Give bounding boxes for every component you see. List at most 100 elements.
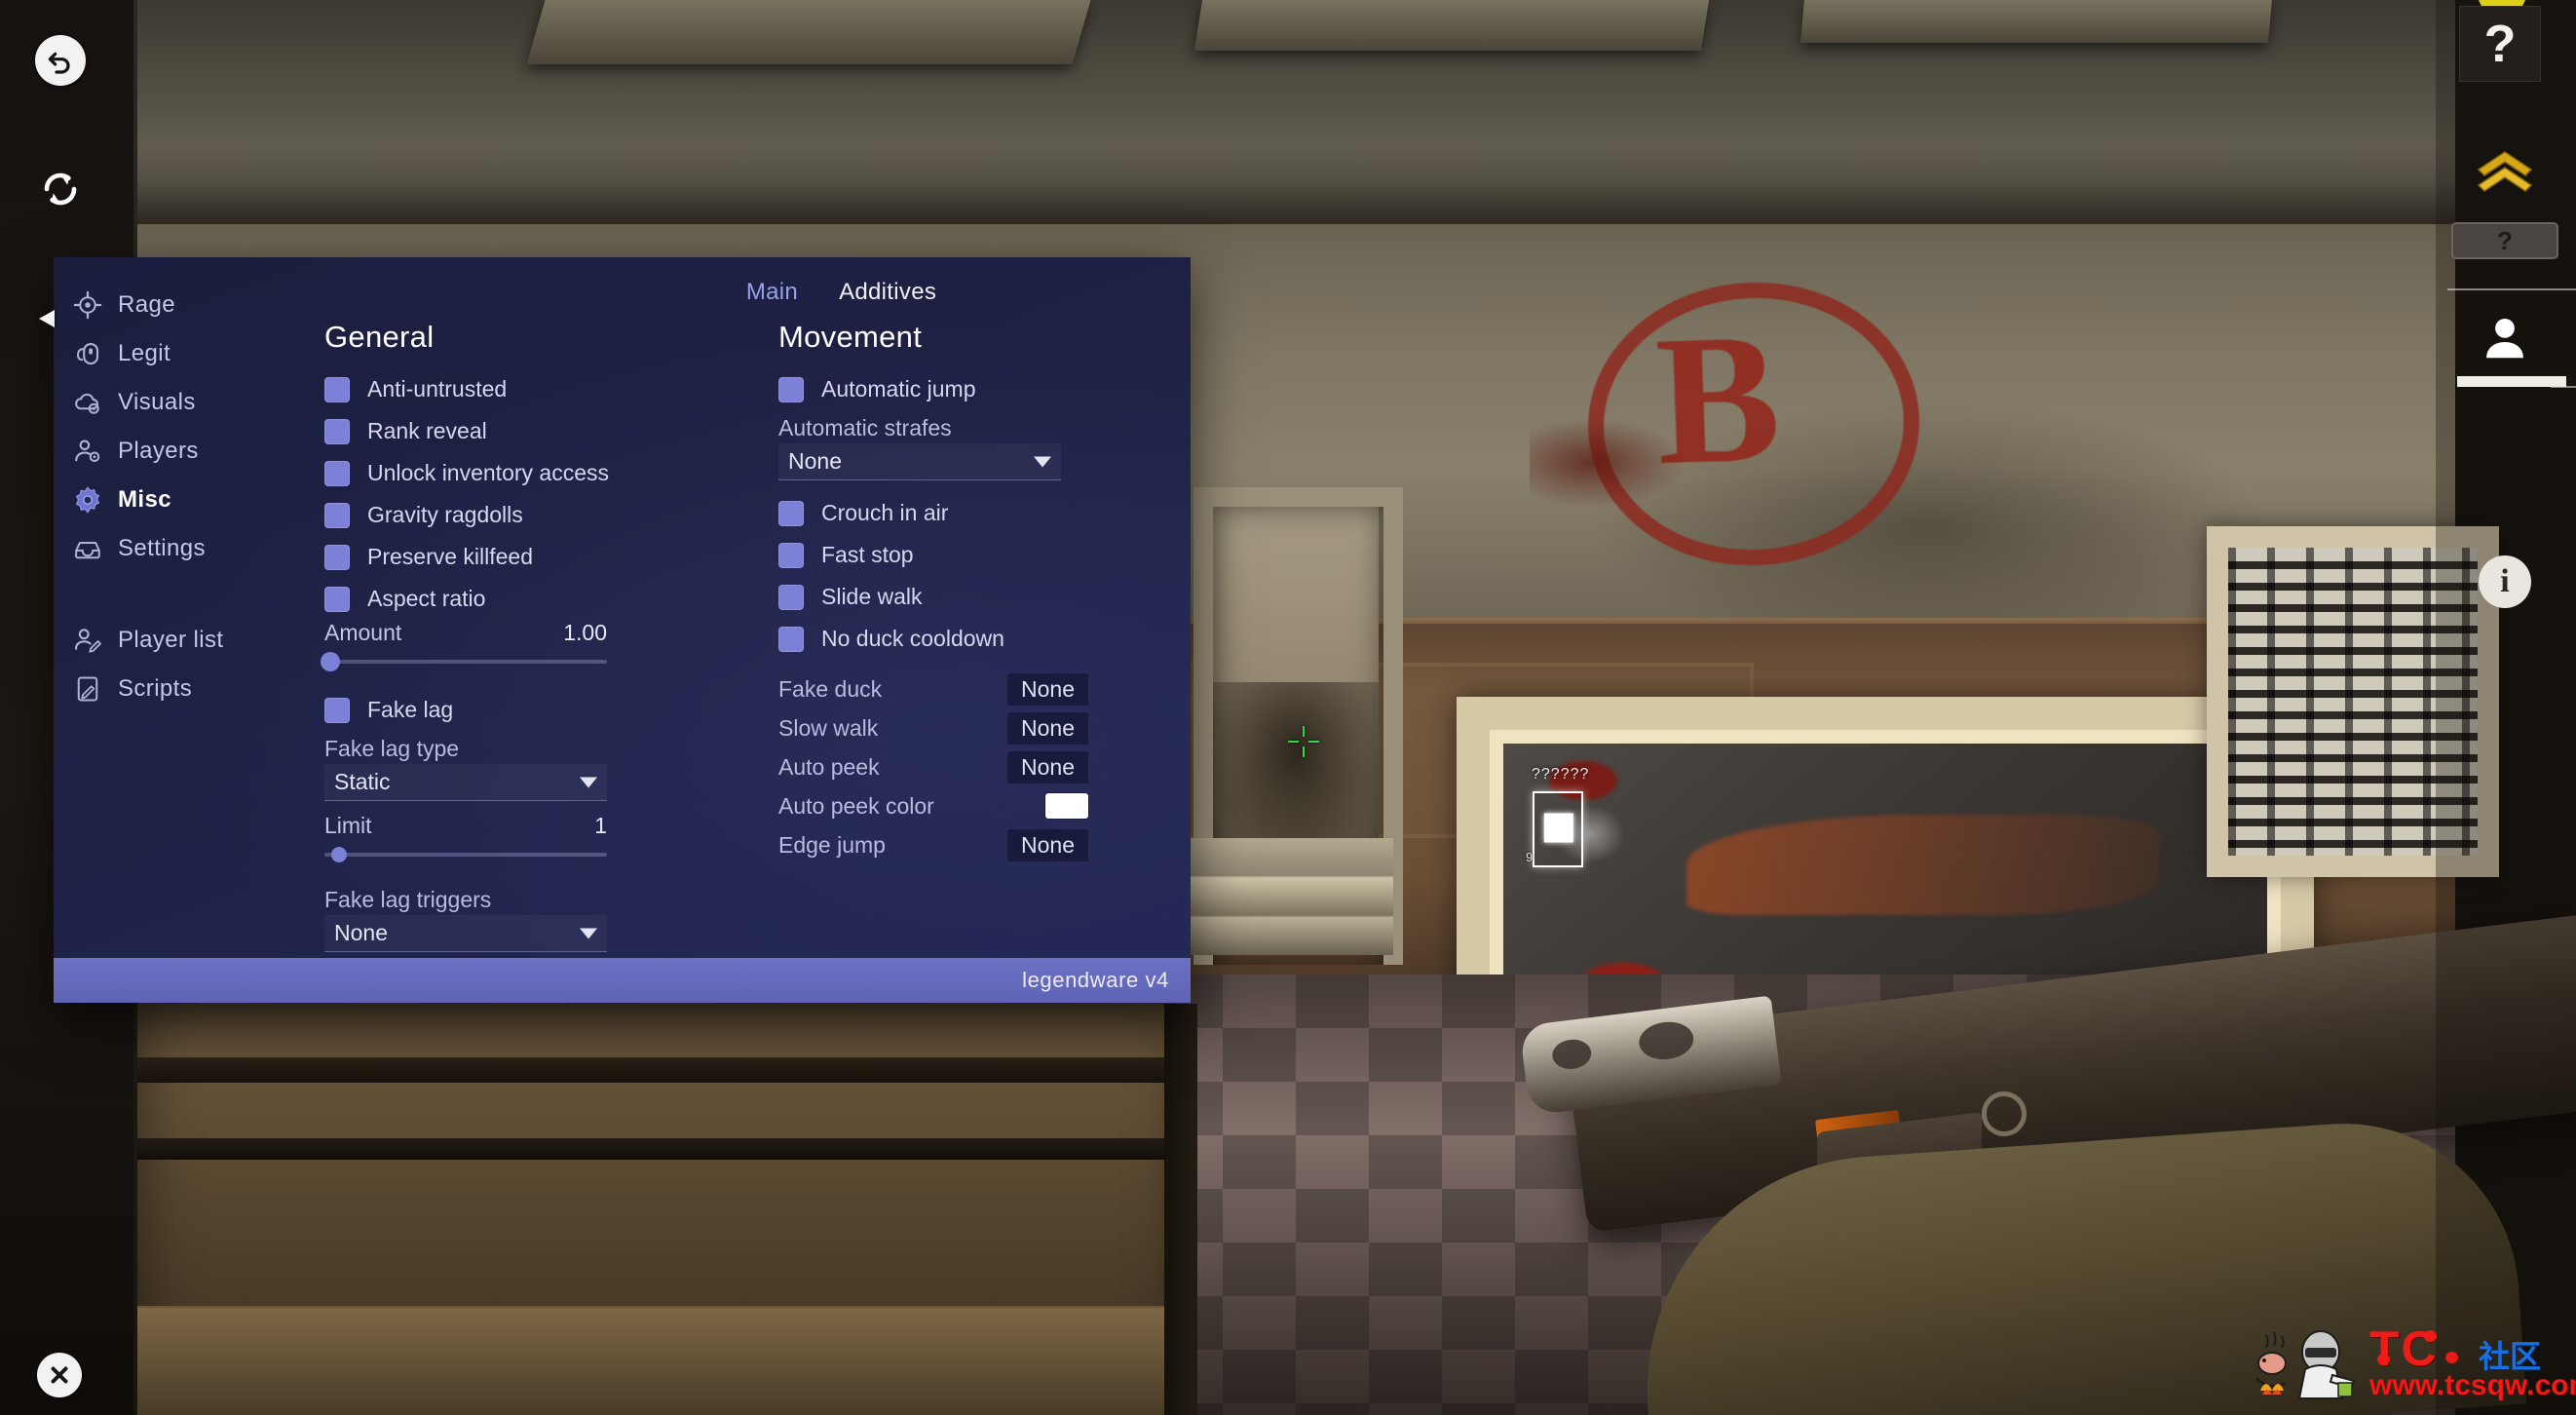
barrier-post xyxy=(1164,1004,1197,1415)
slider-limit[interactable]: Limit 1 xyxy=(324,813,607,862)
checkbox-label: Unlock inventory access xyxy=(367,460,609,485)
esp-player-name: ?????? xyxy=(1532,766,1590,783)
cheat-menu-window[interactable]: Rage Legit Visuals Players Misc Settings… xyxy=(54,257,1191,1003)
keybind-auto-peek[interactable]: Auto peek None xyxy=(778,747,1088,786)
sidebar-item-legit[interactable]: Legit xyxy=(54,329,248,378)
checkbox-box xyxy=(324,460,350,486)
tab-additives[interactable]: Additives xyxy=(839,279,936,306)
checkbox-box xyxy=(324,502,350,528)
sidebar-item-settings[interactable]: Settings xyxy=(54,524,248,573)
checkbox-box xyxy=(778,626,804,652)
chevron-down-icon xyxy=(1034,456,1051,467)
keybind-value[interactable]: None xyxy=(1007,672,1088,706)
watermark-url: www.tcsqw.com xyxy=(2369,1369,2576,1401)
paw-icon xyxy=(2424,1330,2437,1342)
dropdown-fake-lag-type[interactable]: Static xyxy=(324,764,607,801)
barrier-rail xyxy=(136,1138,1189,1160)
checkbox-label: No duck cooldown xyxy=(821,626,1004,651)
section-title-general: General xyxy=(324,320,435,354)
sidebar-divider-gap xyxy=(54,573,248,616)
gear-icon xyxy=(73,485,102,515)
checkbox-unlock-inventory-access[interactable]: Unlock inventory access xyxy=(324,452,716,494)
checkbox-anti-untrusted[interactable]: Anti-untrusted xyxy=(324,368,716,410)
menu-sidebar: Rage Legit Visuals Players Misc Settings… xyxy=(54,257,248,958)
keybind-label: Auto peek xyxy=(778,753,880,780)
sidebar-item-label: Scripts xyxy=(118,675,193,702)
dropdown-fake-lag-triggers[interactable]: None xyxy=(324,915,607,952)
hud-question-button[interactable]: ? xyxy=(2451,222,2558,259)
checkbox-gravity-ragdolls[interactable]: Gravity ragdolls xyxy=(324,494,716,536)
checkbox-label: Crouch in air xyxy=(821,500,949,525)
paw-icon xyxy=(2445,1352,2458,1363)
checkbox-crouch-in-air[interactable]: Crouch in air xyxy=(778,492,1184,534)
checkbox-no-duck-cooldown[interactable]: No duck cooldown xyxy=(778,618,1184,660)
checkbox-slide-walk[interactable]: Slide walk xyxy=(778,576,1184,618)
checkbox-rank-reveal[interactable]: Rank reveal xyxy=(324,410,716,452)
crosshair-bottom xyxy=(1303,746,1305,757)
hud-help-button[interactable]: ? xyxy=(2459,6,2541,82)
checkbox-fast-stop[interactable]: Fast stop xyxy=(778,534,1184,576)
person-gear-icon xyxy=(73,437,102,466)
keybind-edge-jump[interactable]: Edge jump None xyxy=(778,825,1088,864)
checkbox-box xyxy=(778,376,804,402)
keybind-label: Fake duck xyxy=(778,675,883,702)
slider-knob[interactable] xyxy=(330,847,347,862)
crosshair-icon xyxy=(73,290,102,320)
slider-knob[interactable] xyxy=(320,652,340,671)
slider-track[interactable] xyxy=(320,652,607,671)
undo-button[interactable] xyxy=(35,35,86,86)
checkbox-label: Rank reveal xyxy=(367,418,487,443)
color-swatch[interactable] xyxy=(1045,793,1088,819)
sidebar-item-misc[interactable]: Misc xyxy=(54,476,248,524)
keybind-value[interactable]: None xyxy=(1007,828,1088,861)
tab-main[interactable]: Main xyxy=(746,279,798,306)
person-edit-icon xyxy=(73,626,102,655)
checkbox-preserve-killfeed[interactable]: Preserve killfeed xyxy=(324,536,716,578)
checkbox-label: Aspect ratio xyxy=(367,586,486,611)
crosshair-top xyxy=(1303,726,1305,737)
refresh-button[interactable] xyxy=(35,164,86,214)
hud-info-button[interactable]: i xyxy=(2479,555,2531,608)
dropdown-value: None xyxy=(788,448,842,474)
hud-divider xyxy=(2447,288,2576,290)
avatar-icon xyxy=(2479,312,2531,364)
keybind-value[interactable]: None xyxy=(1007,750,1088,784)
hud-rank-chevron-icon xyxy=(2473,146,2537,199)
sidebar-item-visuals[interactable]: Visuals xyxy=(54,378,248,427)
mouse-icon xyxy=(73,339,102,368)
checkbox-label: Preserve killfeed xyxy=(367,544,534,569)
checkbox-automatic-jump[interactable]: Automatic jump xyxy=(778,368,1184,410)
sidebar-item-player-list[interactable]: Player list xyxy=(54,616,248,665)
slider-track[interactable] xyxy=(324,847,607,862)
sidebar-item-players[interactable]: Players xyxy=(54,427,248,476)
keybind-value[interactable]: None xyxy=(1007,711,1088,745)
sidebar-item-label: Visuals xyxy=(118,389,196,415)
slider-amount-head: Amount 1.00 xyxy=(324,620,607,646)
checkbox-aspect-ratio[interactable]: Aspect ratio xyxy=(324,578,716,620)
checkbox-label: Fake lag xyxy=(367,697,454,722)
picture-artwork xyxy=(1686,814,2161,916)
dropdown-automatic-strafes[interactable]: None xyxy=(778,443,1061,480)
sidebar-item-rage[interactable]: Rage xyxy=(54,281,248,329)
color-auto-peek-color[interactable]: Auto peek color xyxy=(778,786,1088,825)
slider-amount[interactable]: Amount 1.00 xyxy=(320,620,607,671)
keybind-label: Slow walk xyxy=(778,714,879,741)
color-label: Auto peek color xyxy=(778,792,934,819)
menu-columns: General Anti-untrusted Rank reveal Unloc… xyxy=(248,320,1191,964)
close-button[interactable] xyxy=(37,1353,82,1397)
checkbox-label: Automatic jump xyxy=(821,376,976,402)
column-movement: Movement Automatic jump Automatic strafe… xyxy=(716,320,1184,964)
sidebar-item-label: Legit xyxy=(118,340,171,366)
checkbox-fake-lag[interactable]: Fake lag xyxy=(324,689,716,731)
sidebar-item-scripts[interactable]: Scripts xyxy=(54,665,248,713)
watermark-mascot-icon xyxy=(2249,1319,2364,1406)
hud-info-glyph: i xyxy=(2500,563,2510,599)
keybind-slow-walk[interactable]: Slow walk None xyxy=(778,708,1088,747)
dropdown-value: Static xyxy=(334,769,391,794)
checkbox-label: Anti-untrusted xyxy=(367,376,508,402)
keybind-fake-duck[interactable]: Fake duck None xyxy=(778,669,1088,708)
slider-value: 1.00 xyxy=(563,620,607,645)
checkbox-box xyxy=(324,544,350,570)
sidebar-item-label: Player list xyxy=(118,627,224,653)
menu-tabs: Main Additives xyxy=(248,279,1191,306)
